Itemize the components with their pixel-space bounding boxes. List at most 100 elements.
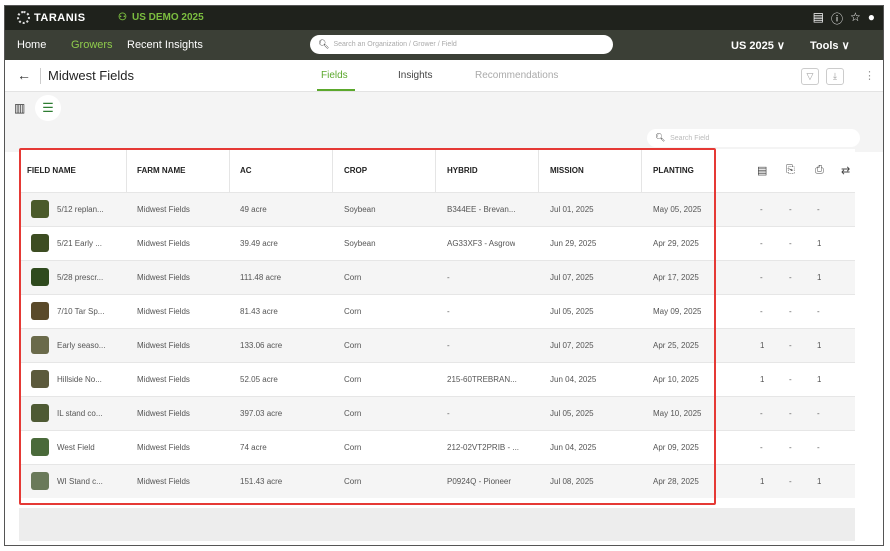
column-farm-name[interactable]: FARM NAME bbox=[137, 166, 185, 175]
cell-crop: Corn bbox=[344, 307, 362, 316]
cell-reports-count: - bbox=[789, 409, 792, 418]
field-search-input[interactable]: 🔍︎ Search Field bbox=[647, 129, 860, 147]
filter-icon[interactable]: ▽ bbox=[801, 68, 819, 85]
column-field-name[interactable]: FIELD NAME bbox=[27, 166, 76, 175]
download-icon[interactable]: ⤓ bbox=[826, 68, 844, 85]
cell-hybrid: AG33XF3 - Asgrow bbox=[447, 239, 516, 248]
cell-comments-count: - bbox=[760, 239, 763, 248]
tools-label: Tools bbox=[810, 40, 839, 52]
back-arrow-icon[interactable]: ← bbox=[17, 67, 31, 83]
cell-crop: Corn bbox=[344, 409, 362, 418]
global-search-input[interactable]: 🔍︎ Search an Organization / Grower / Fie… bbox=[310, 35, 613, 54]
table-row[interactable]: 5/12 replan... Midwest Fields 49 acre Soybe… bbox=[19, 192, 855, 226]
tab-fields[interactable]: Fields bbox=[321, 70, 348, 81]
cell-hybrid: - bbox=[447, 409, 450, 418]
field-thumbnail-icon bbox=[31, 370, 49, 388]
brand-name: TARANIS bbox=[34, 11, 86, 24]
cell-planting: Apr 10, 2025 bbox=[653, 375, 699, 384]
cell-ac: 151.43 acre bbox=[240, 477, 283, 486]
cell-field-name: West Field bbox=[57, 443, 95, 452]
cell-reports-count: - bbox=[789, 205, 792, 214]
list-view-icon[interactable]: ☰ bbox=[35, 95, 61, 121]
cell-planting: May 10, 2025 bbox=[653, 409, 702, 418]
table-row[interactable]: 5/21 Early ... Midwest Fields 39.49 acre So… bbox=[19, 226, 855, 260]
field-thumbnail-icon bbox=[31, 472, 49, 490]
table-row[interactable]: Early seaso... Midwest Fields 133.06 acre C… bbox=[19, 328, 855, 362]
cell-reports-count: - bbox=[789, 375, 792, 384]
nav-recent-insights[interactable]: Recent Insights bbox=[127, 39, 203, 51]
cell-crop: Corn bbox=[344, 375, 362, 384]
cell-hybrid: 212-02VT2PRIB - ... bbox=[447, 443, 520, 452]
organization-selector[interactable]: ⚇ US DEMO 2025 bbox=[118, 12, 204, 23]
field-search-placeholder: Search Field bbox=[670, 135, 710, 142]
cell-mission: Jul 05, 2025 bbox=[550, 307, 594, 316]
table-row[interactable]: 7/10 Tar Sp... Midwest Fields 81.43 acre Co… bbox=[19, 294, 855, 328]
cell-crop: Soybean bbox=[344, 239, 376, 248]
comment-icon[interactable]: ▤ bbox=[757, 164, 767, 177]
cell-crop: Corn bbox=[344, 477, 362, 486]
cell-hybrid: 215-60TREBRAN... bbox=[447, 375, 517, 384]
help-icon[interactable]: ⓘ bbox=[831, 10, 843, 27]
view-toolbar: ▥ ☰ 🔍︎ Search Field bbox=[5, 92, 883, 152]
column-divider bbox=[538, 149, 539, 192]
user-icon[interactable]: ● bbox=[868, 10, 875, 27]
column-divider bbox=[332, 149, 333, 192]
tab-insights[interactable]: Insights bbox=[398, 70, 432, 81]
cell-mission: Jun 04, 2025 bbox=[550, 375, 597, 384]
cell-reports-count: - bbox=[789, 273, 792, 282]
cell-planting: May 05, 2025 bbox=[653, 205, 702, 214]
nav-home[interactable]: Home bbox=[17, 39, 46, 51]
column-mission[interactable]: MISSION bbox=[550, 166, 584, 175]
cell-comments-count: 1 bbox=[760, 477, 765, 486]
season-selector[interactable]: US 2025 ∨ bbox=[731, 39, 785, 52]
table-row[interactable]: Hillside No... Midwest Fields 52.05 acre Co… bbox=[19, 362, 855, 396]
cell-field-name: 5/12 replan... bbox=[57, 205, 104, 214]
cell-planting: Apr 25, 2025 bbox=[653, 341, 699, 350]
active-tab-indicator bbox=[317, 89, 355, 91]
cell-field-name: Hillside No... bbox=[57, 375, 102, 384]
map-view-icon[interactable]: ▥ bbox=[14, 101, 25, 115]
cell-ac: 49 acre bbox=[240, 205, 267, 214]
cell-planting: May 09, 2025 bbox=[653, 307, 702, 316]
nav-growers[interactable]: Growers bbox=[71, 39, 113, 51]
cell-crop: Corn bbox=[344, 341, 362, 350]
cell-hybrid: - bbox=[447, 341, 450, 350]
cell-deleted-count: 1 bbox=[817, 375, 822, 384]
brand-logo[interactable]: TARANIS bbox=[17, 11, 86, 24]
cell-planting: Apr 09, 2025 bbox=[653, 443, 699, 452]
sort-icon[interactable]: ⇄ bbox=[841, 164, 850, 177]
cell-field-name: 7/10 Tar Sp... bbox=[57, 307, 105, 316]
cell-ac: 133.06 acre bbox=[240, 341, 283, 350]
cell-deleted-count: - bbox=[817, 307, 820, 316]
tab-recommendations[interactable]: Recommendations bbox=[475, 70, 558, 81]
table-row[interactable]: 5/28 prescr... Midwest Fields 111.48 acre C… bbox=[19, 260, 855, 294]
cell-crop: Corn bbox=[344, 443, 362, 452]
top-bar: TARANIS ⚇ US DEMO 2025 ▤ ⓘ ☆ ● bbox=[5, 6, 883, 30]
cell-farm-name: Midwest Fields bbox=[137, 341, 190, 350]
cell-ac: 111.48 acre bbox=[240, 273, 282, 282]
cell-hybrid: B344EE - Brevan... bbox=[447, 205, 516, 214]
more-options-icon[interactable]: ⋮ bbox=[864, 69, 875, 82]
clipboard-icon[interactable]: ⎘ bbox=[786, 164, 795, 177]
column-crop[interactable]: CROP bbox=[344, 166, 367, 175]
cell-comments-count: 1 bbox=[760, 375, 765, 384]
cell-deleted-count: - bbox=[817, 205, 820, 214]
column-planting[interactable]: PLANTING bbox=[653, 166, 694, 175]
trash-doc-icon[interactable]: ⎙ bbox=[815, 164, 824, 177]
cell-crop: Soybean bbox=[344, 205, 376, 214]
tools-menu[interactable]: Tools ∨ bbox=[810, 39, 850, 52]
cell-field-name: Early seaso... bbox=[57, 341, 106, 350]
table-row[interactable]: West Field Midwest Fields 74 acre Corn 212-0… bbox=[19, 430, 855, 464]
star-icon[interactable]: ☆ bbox=[850, 10, 861, 27]
column-ac[interactable]: AC bbox=[240, 166, 252, 175]
cell-hybrid: - bbox=[447, 307, 450, 316]
field-thumbnail-icon bbox=[31, 234, 49, 252]
messages-icon[interactable]: ▤ bbox=[813, 10, 824, 27]
table-row[interactable]: IL stand co... Midwest Fields 397.03 acre C… bbox=[19, 396, 855, 430]
header-divider bbox=[40, 68, 41, 84]
global-search-placeholder: Search an Organization / Grower / Field bbox=[333, 41, 457, 48]
table-row[interactable]: WI Stand c... Midwest Fields 151.43 acre Co… bbox=[19, 464, 855, 498]
table-body: 5/12 replan... Midwest Fields 49 acre Soybe… bbox=[19, 192, 855, 498]
column-hybrid[interactable]: HYBRID bbox=[447, 166, 478, 175]
field-thumbnail-icon bbox=[31, 302, 49, 320]
